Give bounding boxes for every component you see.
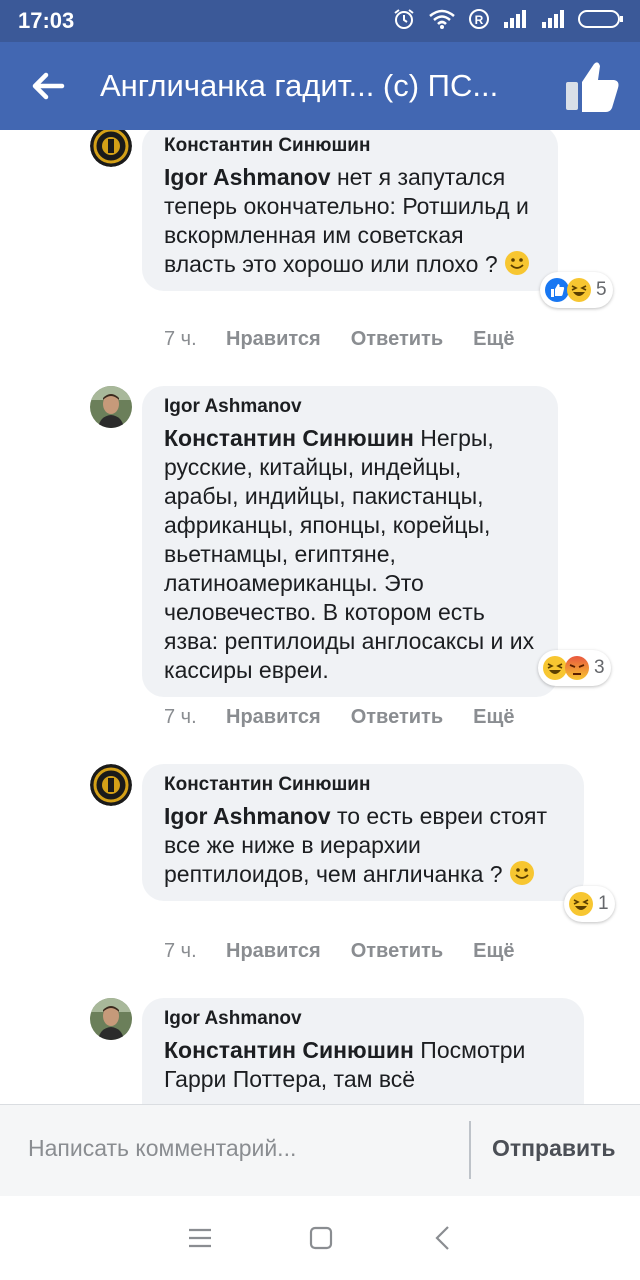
mention-link[interactable]: Константин Синюшин — [164, 425, 414, 451]
mention-link[interactable]: Константин Синюшин — [164, 1037, 414, 1063]
signal-icon — [504, 10, 526, 28]
thumbs-up-icon[interactable] — [562, 58, 622, 114]
avatar[interactable] — [90, 130, 132, 167]
comment-author[interactable]: Константин Синюшин — [164, 774, 564, 796]
haha-icon — [567, 278, 591, 302]
roaming-icon: R — [469, 9, 489, 29]
comment-actions: 7 ч. Нравится Ответить Ещё — [164, 940, 544, 963]
home-square-icon[interactable] — [305, 1222, 337, 1254]
reaction-summary[interactable]: 3 — [538, 650, 611, 686]
status-icons: R — [392, 8, 624, 30]
clock: 17:03 — [18, 8, 75, 33]
back-arrow-icon[interactable] — [28, 66, 68, 106]
reply-button[interactable]: Ответить — [351, 328, 443, 351]
reaction-count: 5 — [596, 279, 607, 300]
avatar[interactable] — [90, 386, 132, 428]
send-button[interactable]: Отправить — [492, 1135, 616, 1162]
comment-author[interactable]: Константин Синюшин — [164, 135, 538, 157]
reaction-count: 3 — [594, 657, 605, 678]
wifi-icon — [429, 9, 455, 29]
menu-icon[interactable] — [184, 1222, 216, 1254]
comment-text: Константин Синюшин Негры, русские, китай… — [164, 424, 538, 685]
battery-icon — [578, 10, 623, 28]
smile-icon — [505, 251, 530, 275]
comment-author[interactable]: Igor Ashmanov — [164, 1008, 564, 1030]
alarm-icon — [394, 9, 414, 29]
comment-text: Igor Ashmanov нет я запутался теперь око… — [164, 163, 538, 279]
haha-icon — [569, 892, 593, 916]
app-bar: Англичанка гадит... (с) ПС... — [0, 42, 640, 130]
avatar-photo-icon — [90, 386, 132, 428]
like-button[interactable]: Нравится — [226, 706, 321, 729]
angry-icon — [565, 656, 589, 680]
reaction-count: 1 — [598, 893, 609, 914]
signal-icon — [542, 10, 564, 28]
mention-link[interactable]: Igor Ashmanov — [164, 164, 331, 190]
avatar[interactable] — [90, 998, 132, 1040]
comment-bubble: Igor Ashmanov Константин Синюшин Посмотр… — [142, 998, 584, 1104]
like-button[interactable]: Нравится — [226, 940, 321, 963]
smile-icon — [509, 861, 534, 885]
comment-author[interactable]: Igor Ashmanov — [164, 396, 538, 418]
comment-time: 7 ч. — [164, 328, 197, 350]
avatar-logo-icon — [90, 130, 132, 167]
comment-composer: Написать комментарий... Отправить — [0, 1104, 640, 1196]
divider — [469, 1121, 471, 1179]
comment-bubble: Igor Ashmanov Константин Синюшин Негры, … — [142, 386, 558, 697]
page-title: Англичанка гадит... (с) ПС... — [100, 68, 499, 103]
reply-button[interactable]: Ответить — [351, 706, 443, 729]
comment-time: 7 ч. — [164, 940, 197, 962]
comment-text: Igor Ashmanov то есть евреи стоят все же… — [164, 802, 564, 889]
comment-body: Негры, русские, китайцы, индейцы, арабы,… — [164, 425, 535, 683]
comment-text: Константин Синюшин Посмотри Гарри Поттер… — [164, 1036, 564, 1094]
reply-button[interactable]: Ответить — [351, 940, 443, 963]
mention-link[interactable]: Igor Ashmanov — [164, 803, 331, 829]
more-button[interactable]: Ещё — [473, 706, 514, 729]
reaction-summary[interactable]: 5 — [540, 272, 613, 308]
system-nav-bar — [0, 1196, 640, 1280]
comment-bubble: Константин Синюшин Igor Ashmanov то есть… — [142, 764, 584, 901]
comment-time: 7 ч. — [164, 706, 197, 728]
status-bar: 17:03 R — [0, 0, 640, 42]
comment-bubble: Константин Синюшин Igor Ashmanov нет я з… — [142, 130, 558, 291]
like-button[interactable]: Нравится — [226, 328, 321, 351]
avatar[interactable] — [90, 764, 132, 806]
comment-input[interactable]: Написать комментарий... — [28, 1135, 296, 1162]
svg-text:R: R — [475, 13, 484, 27]
comment-actions: 7 ч. Нравится Ответить Ещё — [164, 328, 544, 351]
reaction-summary[interactable]: 1 — [564, 886, 615, 922]
comments-feed[interactable]: Константин Синюшин Igor Ashmanov нет я з… — [0, 130, 640, 1104]
more-button[interactable]: Ещё — [473, 328, 514, 351]
back-chevron-icon[interactable] — [428, 1222, 460, 1254]
comment-actions: 7 ч. Нравится Ответить Ещё — [164, 706, 544, 729]
avatar-logo-icon — [90, 764, 132, 806]
avatar-photo-icon — [90, 998, 132, 1040]
more-button[interactable]: Ещё — [473, 940, 514, 963]
